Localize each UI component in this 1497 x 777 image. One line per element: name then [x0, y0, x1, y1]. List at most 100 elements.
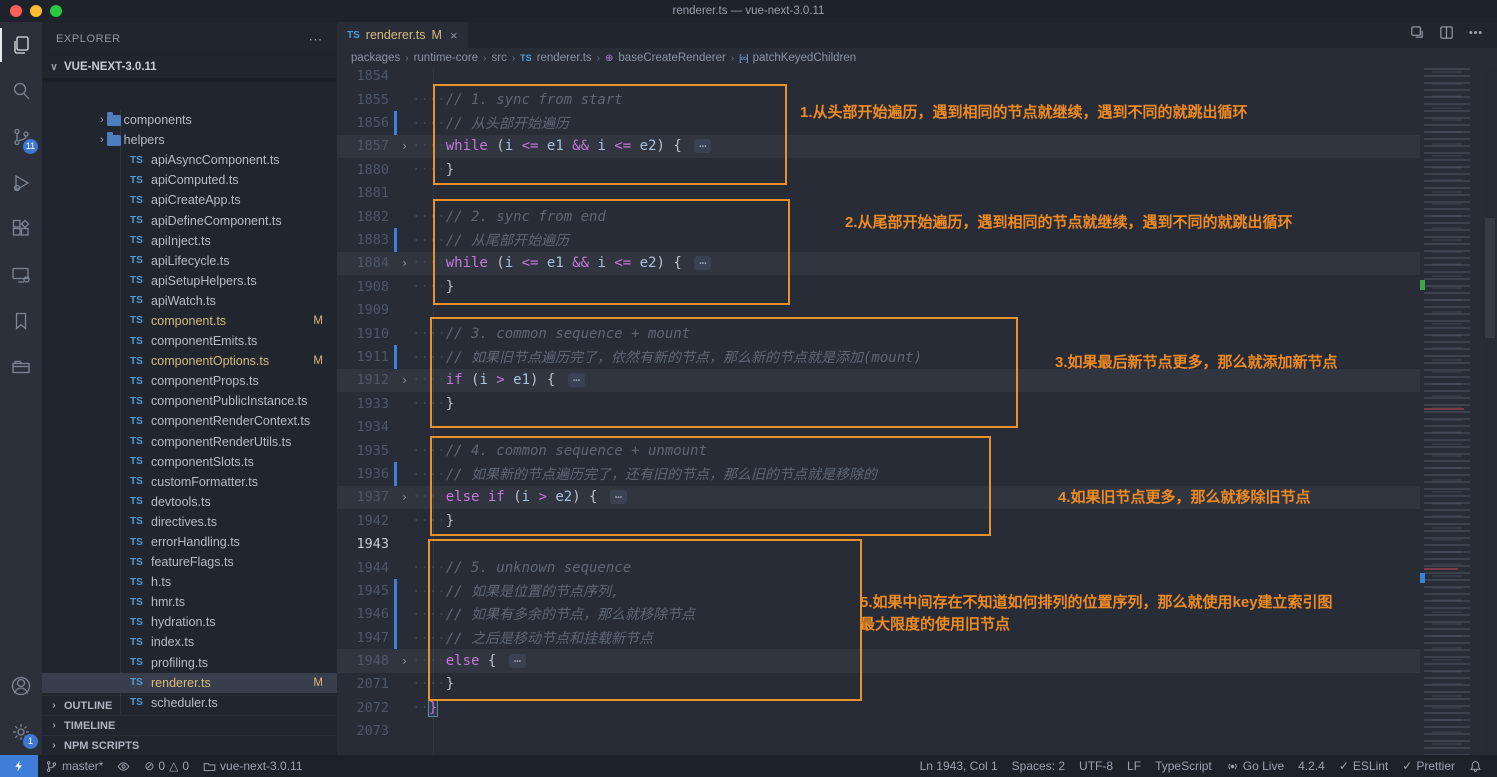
code-line[interactable]: 1880 ····}	[337, 158, 1420, 181]
git-branch-status[interactable]: master*	[38, 755, 110, 777]
go-live-button[interactable]: Go Live	[1219, 755, 1291, 777]
fold-icon[interactable]: ›	[397, 373, 412, 387]
code-line[interactable]: 1944 ····// 5. unknown sequence	[337, 556, 1420, 579]
folder-item[interactable]: › components	[42, 110, 337, 130]
code-line[interactable]: 1910 ····// 3. common sequence + mount	[337, 322, 1420, 345]
scrollbar-thumb[interactable]	[1485, 218, 1495, 338]
file-item[interactable]: TS componentEmits.ts	[42, 331, 337, 351]
notifications-bell-icon[interactable]	[1462, 755, 1489, 777]
eslint-status[interactable]: ✓ ESLint	[1332, 755, 1395, 777]
file-item[interactable]: TS componentProps.ts	[42, 371, 337, 391]
code-line[interactable]: 1855 ····// 1. sync from start	[337, 88, 1420, 111]
run-debug-icon[interactable]	[0, 160, 42, 206]
prettier-status[interactable]: ✓ Prettier	[1395, 755, 1462, 777]
file-item[interactable]: TS customFormatter.ts	[42, 472, 337, 492]
file-item[interactable]: TS devtools.ts	[42, 492, 337, 512]
code-line[interactable]: 1945 ····// 如果是位置的节点序列,	[337, 579, 1420, 602]
extensions-icon[interactable]	[0, 206, 42, 252]
code-line[interactable]: 1936 ····// 如果新的节点遍历完了，还有旧的节点，那么旧的节点就是移除…	[337, 462, 1420, 485]
file-item[interactable]: TS apiLifecycle.ts	[42, 251, 337, 271]
code-editor[interactable]: 1854 1855 ····// 1. sync from start 1856…	[337, 68, 1420, 755]
workspace-root-folder[interactable]: ∨ VUE-NEXT-3.0.11	[42, 56, 337, 78]
code-line[interactable]: 1935 ····// 4. common sequence + unmount	[337, 439, 1420, 462]
cursor-position[interactable]: Ln 1943, Col 1	[913, 755, 1005, 777]
file-item[interactable]: TS apiInject.ts	[42, 231, 337, 251]
code-line[interactable]: 1856 ····// 从头部开始遍历	[337, 111, 1420, 134]
close-window-button[interactable]	[10, 5, 22, 17]
more-actions-icon[interactable]	[1468, 25, 1483, 45]
file-item[interactable]: TS apiComputed.ts	[42, 170, 337, 190]
remote-explorer-icon[interactable]	[0, 252, 42, 298]
file-item[interactable]: TS hydration.ts	[42, 612, 337, 632]
code-line[interactable]: 1937 › ····else if (i > e2) { ⋯	[337, 486, 1420, 509]
tab-renderer-ts[interactable]: TS renderer.ts M ×	[337, 22, 468, 48]
fold-icon[interactable]: ›	[397, 256, 412, 270]
file-item[interactable]: TS componentSlots.ts	[42, 452, 337, 472]
file-item[interactable]: TS componentRenderContext.ts	[42, 411, 337, 431]
file-item[interactable]: TS component.ts M	[42, 311, 337, 331]
code-line[interactable]: 1909	[337, 299, 1420, 322]
source-control-icon[interactable]: 11	[0, 114, 42, 160]
breadcrumb-item[interactable]: baseCreateRenderer	[618, 52, 725, 64]
file-item[interactable]: TS renderer.ts M	[42, 673, 337, 693]
eol-status[interactable]: LF	[1120, 755, 1148, 777]
remote-indicator[interactable]	[0, 755, 38, 777]
code-line[interactable]: 1933 ····}	[337, 392, 1420, 415]
gitlens-toggle-icon[interactable]	[110, 755, 137, 777]
breadcrumb-item[interactable]: packages	[351, 52, 400, 64]
split-editor-icon[interactable]	[1439, 25, 1454, 45]
code-line[interactable]: 1883 ····// 从尾部开始遍历	[337, 228, 1420, 251]
code-line[interactable]: 2073	[337, 720, 1420, 743]
file-item[interactable]: TS componentPublicInstance.ts	[42, 391, 337, 411]
file-item[interactable]: TS componentRenderUtils.ts	[42, 432, 337, 452]
file-item[interactable]: TS featureFlags.ts	[42, 552, 337, 572]
vertical-scrollbar[interactable]	[1483, 68, 1497, 755]
file-item[interactable]: TS apiAsyncComponent.ts	[42, 150, 337, 170]
file-item[interactable]: TS componentOptions.ts M	[42, 351, 337, 371]
code-line[interactable]: 1854	[337, 68, 1420, 88]
code-line[interactable]: 2072 ··}	[337, 696, 1420, 719]
project-status[interactable]: vue-next-3.0.11	[196, 755, 310, 777]
file-item[interactable]: TS h.ts	[42, 572, 337, 592]
minimize-window-button[interactable]	[30, 5, 42, 17]
code-line[interactable]: 1911 ····// 如果旧节点遍历完了，依然有新的节点，那么新的节点就是添加…	[337, 345, 1420, 368]
code-line[interactable]: 2071 ····}	[337, 673, 1420, 696]
outline-section[interactable]: › OUTLINE	[42, 695, 337, 715]
zoom-window-button[interactable]	[50, 5, 62, 17]
code-line[interactable]: 1881	[337, 182, 1420, 205]
indentation-status[interactable]: Spaces: 2	[1005, 755, 1072, 777]
fold-icon[interactable]: ›	[397, 654, 412, 668]
extension-version[interactable]: 4.2.4	[1291, 755, 1332, 777]
search-icon[interactable]	[0, 68, 42, 114]
project-manager-icon[interactable]	[0, 344, 42, 390]
timeline-section[interactable]: › TIMELINE	[42, 715, 337, 735]
file-item[interactable]: TS hmr.ts	[42, 592, 337, 612]
problems-status[interactable]: ⊘ 0 △ 0	[137, 755, 196, 777]
breadcrumb-item[interactable]: patchKeyedChildren	[753, 52, 857, 64]
breadcrumb-item[interactable]: src	[491, 52, 506, 64]
fold-icon[interactable]: ›	[397, 139, 412, 153]
file-item[interactable]: TS apiDefineComponent.ts	[42, 210, 337, 230]
settings-gear-icon[interactable]: 1	[0, 709, 42, 755]
file-item[interactable]: TS apiSetupHelpers.ts	[42, 271, 337, 291]
language-mode[interactable]: TypeScript	[1148, 755, 1219, 777]
npm-scripts-section[interactable]: › NPM SCRIPTS	[42, 735, 337, 755]
breadcrumb-item[interactable]: renderer.ts	[537, 52, 592, 64]
bookmarks-icon[interactable]	[0, 298, 42, 344]
breadcrumb-item[interactable]: runtime-core	[414, 52, 479, 64]
folder-item[interactable]: › helpers	[42, 130, 337, 150]
close-tab-icon[interactable]: ×	[450, 28, 458, 43]
code-line[interactable]: 1884 › ····while (i <= e1 && i <= e2) { …	[337, 252, 1420, 275]
minimap[interactable]	[1420, 68, 1483, 755]
code-line[interactable]: 1947 ····// 之后是移动节点和挂载新节点	[337, 626, 1420, 649]
account-icon[interactable]	[0, 663, 42, 709]
encoding-status[interactable]: UTF-8	[1072, 755, 1120, 777]
code-line[interactable]: 1912 › ····if (i > e1) { ⋯	[337, 369, 1420, 392]
code-line[interactable]: 1857 › ····while (i <= e1 && i <= e2) { …	[337, 135, 1420, 158]
explorer-icon[interactable]	[0, 22, 42, 68]
file-item[interactable]: TS apiCreateApp.ts	[42, 190, 337, 210]
file-item[interactable]: TS profiling.ts	[42, 653, 337, 673]
fold-icon[interactable]: ›	[397, 490, 412, 504]
code-line[interactable]: 1934	[337, 415, 1420, 438]
explorer-more-actions-icon[interactable]: ⋯	[308, 31, 323, 48]
